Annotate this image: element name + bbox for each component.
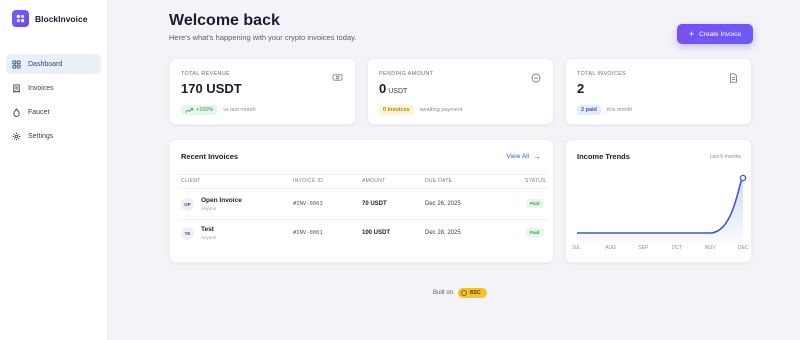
stat-label: TOTAL INVOICES — [577, 71, 627, 77]
income-trends-card: Income Trends Last 6 months JUL AUG SEP OCT… — [565, 139, 752, 263]
x-tick-label: JUL — [572, 245, 581, 251]
stat-footer: 0 invoices awaiting payment — [379, 105, 462, 115]
stat-label: PENDING AMOUNT — [379, 71, 434, 77]
stat-value: 0 USDT — [379, 81, 407, 96]
coins-icon — [332, 72, 343, 83]
pending-badge: 0 invoices — [379, 105, 414, 115]
total-revenue-card: TOTAL REVENUE 170 USDT +100% vs last mon… — [169, 58, 356, 125]
section-title: Recent Invoices — [181, 152, 239, 161]
stat-note: vs last month — [223, 107, 256, 113]
sidebar-item-label: Settings — [28, 132, 54, 140]
invoice-icon — [12, 83, 21, 93]
chart-area — [577, 178, 743, 245]
table-row[interactable]: OP Open Invoice Anyone #INV-0003 70 USDT… — [170, 189, 555, 219]
invoice-amount: 100 USDT — [362, 230, 391, 236]
trend-up-icon — [185, 107, 193, 113]
view-all-link[interactable]: View All → — [506, 152, 541, 161]
trend-badge-text: +100% — [196, 107, 214, 113]
sidebar-item-faucet[interactable]: Faucet — [6, 102, 101, 122]
status-badge: Paid — [526, 199, 544, 208]
due-date: Dec 26, 2025 — [425, 201, 461, 207]
clock-icon — [530, 72, 541, 83]
sidebar-item-label: Invoices — [28, 84, 54, 92]
divider — [178, 174, 547, 175]
sidebar-nav: Dashboard Invoices Faucet Settings — [6, 54, 101, 150]
due-date: Dec 28, 2025 — [425, 230, 461, 236]
plus-icon: + — [688, 28, 695, 39]
invoice-id: #INV-0001 — [293, 230, 323, 236]
footer: Built on BSC — [433, 288, 487, 298]
column-header: INVOICE ID — [293, 178, 323, 184]
stat-footer: 2 paid this month — [577, 105, 632, 115]
pending-amount-card: PENDING AMOUNT 0 USDT 0 invoices awaiting… — [367, 58, 554, 125]
avatar: OP — [181, 198, 194, 211]
stat-note: awaiting payment — [419, 107, 463, 113]
recent-invoices-card: Recent Invoices View All → CLIENT INVOIC… — [169, 139, 554, 263]
sidebar: BlockInvoice Dashboard Invoices Faucet S… — [0, 0, 108, 340]
create-invoice-button[interactable]: + Create Invoice — [677, 24, 753, 44]
table-row[interactable]: TE Test Anyone #INV-0001 100 USDT Dec 28… — [170, 219, 555, 249]
stat-number: 0 — [379, 81, 387, 96]
gear-icon — [12, 132, 21, 141]
client-sub: Anyone — [201, 206, 217, 211]
sidebar-item-settings[interactable]: Settings — [6, 126, 101, 146]
sidebar-item-invoices[interactable]: Invoices — [6, 78, 101, 98]
column-header: STATUS — [525, 178, 546, 184]
status-badge: Paid — [526, 228, 544, 237]
total-invoices-card: TOTAL INVOICES 2 2 paid this month — [565, 58, 752, 125]
built-on-label: Built on — [433, 290, 454, 296]
invoice-amount: 70 USDT — [362, 201, 387, 207]
client-name: Test — [201, 226, 214, 233]
page-title: Welcome back — [169, 12, 280, 29]
chain-badge[interactable]: BSC — [458, 288, 487, 298]
stat-note: this month — [606, 107, 633, 113]
paid-badge: 2 paid — [577, 105, 601, 115]
create-invoice-label: Create Invoice — [699, 30, 742, 38]
brand-logo-icon — [12, 10, 29, 27]
sidebar-item-dashboard[interactable]: Dashboard — [6, 54, 101, 74]
stat-value: 2 — [577, 81, 585, 96]
column-header: DUE DATE — [425, 178, 453, 184]
client-name: Open Invoice — [201, 197, 242, 204]
sidebar-item-label: Dashboard — [28, 60, 63, 68]
stat-unit: USDT — [388, 88, 408, 95]
page-subtitle: Here's what's happening with your crypto… — [169, 33, 357, 42]
chart-point[interactable] — [739, 174, 747, 182]
brand[interactable]: BlockInvoice — [12, 10, 87, 27]
stat-value: 170 USDT — [181, 81, 242, 96]
droplet-icon — [12, 107, 21, 117]
dashboard-icon — [12, 59, 21, 69]
stat-label: TOTAL REVENUE — [181, 71, 231, 77]
column-header: AMOUNT — [362, 178, 386, 184]
income-chart — [577, 174, 747, 245]
chart-line — [577, 177, 744, 234]
view-all-label: View All — [506, 153, 529, 160]
avatar: TE — [181, 227, 194, 240]
x-tick-label: OCT — [671, 245, 683, 251]
brand-name: BlockInvoice — [35, 13, 88, 24]
x-tick-label: NOV — [704, 245, 716, 251]
column-header: CLIENT — [181, 178, 201, 184]
invoice-id: #INV-0003 — [293, 201, 323, 207]
sidebar-item-label: Faucet — [28, 108, 50, 116]
client-sub: Anyone — [201, 235, 217, 240]
stat-footer: +100% vs last month — [181, 105, 256, 115]
x-tick-label: AUG — [605, 245, 617, 251]
document-icon — [728, 72, 739, 83]
chain-label: BSC — [470, 290, 481, 296]
arrow-right-icon: → — [533, 152, 541, 161]
trend-badge: +100% — [181, 105, 218, 115]
x-tick-label: DEC — [738, 245, 749, 251]
bsc-icon — [461, 290, 468, 296]
x-tick-label: SEP — [638, 245, 649, 251]
